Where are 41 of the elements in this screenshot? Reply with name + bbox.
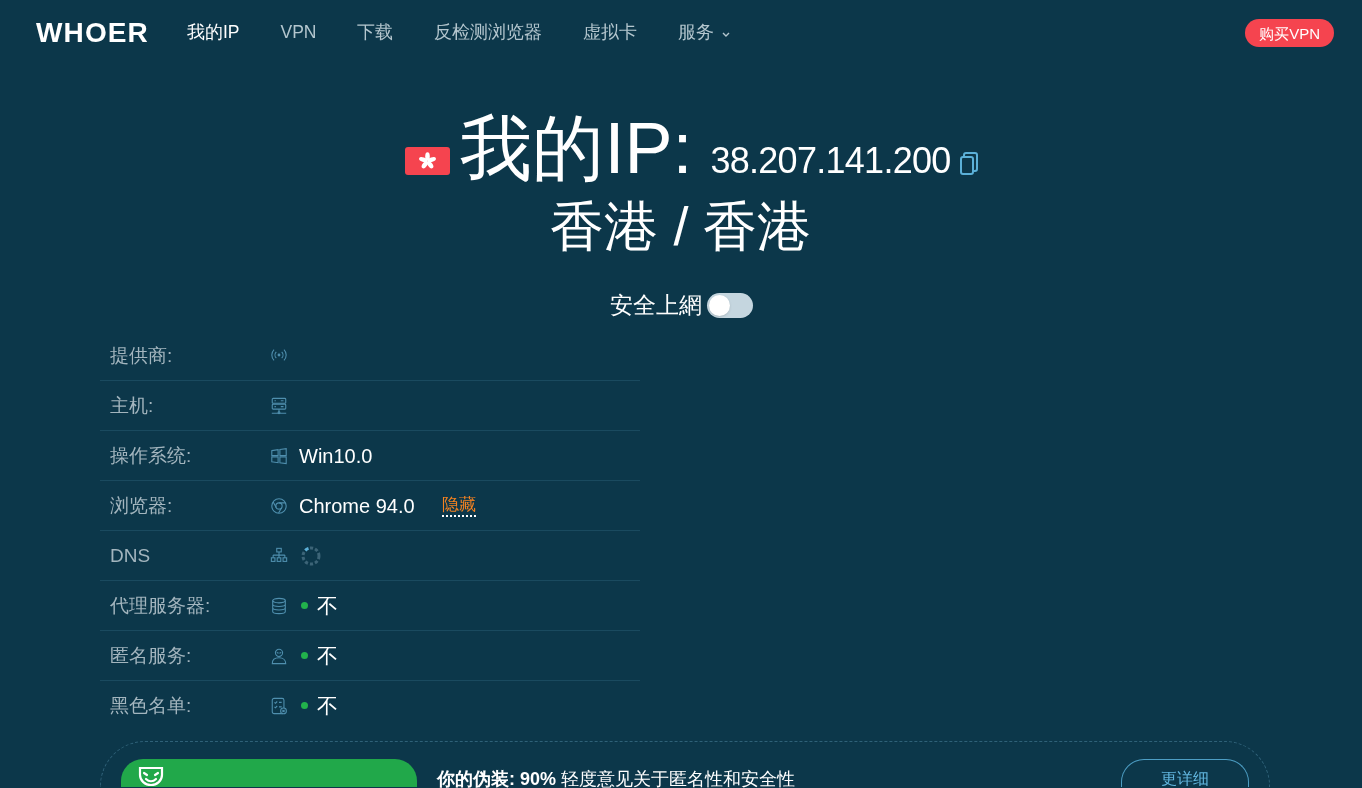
detail-label: DNS (110, 546, 152, 565)
buy-vpn-button[interactable]: 购买VPN (1245, 19, 1334, 47)
hide-link[interactable]: 隐藏 (441, 494, 476, 517)
more-details-button[interactable]: 更详细 (1121, 759, 1249, 787)
detail-label: 黑色名单: (110, 696, 193, 715)
detail-value: Chrome 94.0 (299, 495, 415, 516)
secure-browsing-label: 安全上網 (609, 294, 702, 317)
nav-link[interactable]: 下载 (357, 24, 394, 42)
detail-label: 操作系统: (110, 446, 193, 465)
disguise-summary: 你的伪装: 90% 轻度意见关于匿名性和安全性 (437, 768, 796, 788)
detail-value: 不 (317, 595, 338, 616)
server-icon (270, 396, 288, 415)
logo[interactable]: WHOER (36, 19, 149, 47)
aperture-icon (270, 496, 288, 515)
nav-link[interactable]: VPN (280, 24, 317, 42)
detail-label: 浏览器: (110, 496, 174, 515)
nav-link[interactable]: 反检测浏览器 (434, 24, 543, 42)
detail-value: 不 (317, 695, 338, 716)
detail-value: 不 (317, 645, 338, 666)
nav-link[interactable]: 服务 (678, 24, 731, 42)
person-icon (270, 646, 288, 665)
detail-label: 提供商: (110, 345, 174, 365)
windows-icon (270, 446, 288, 465)
nav-link[interactable]: 我的IP (186, 24, 240, 42)
page-title: 我的IP: (460, 112, 693, 184)
location-text: 香港 / 香港 (550, 199, 812, 253)
checklist-icon (270, 696, 288, 715)
database-icon (270, 596, 288, 615)
detail-label: 匿名服务: (110, 646, 193, 665)
flag-icon (405, 147, 451, 175)
secure-browsing-toggle[interactable] (706, 293, 753, 318)
detail-label: 代理服务器: (110, 596, 212, 615)
detail-value: Win10.0 (299, 445, 373, 466)
nav-link[interactable]: 虚拟卡 (583, 24, 638, 42)
copy-icon[interactable] (958, 152, 979, 176)
detail-label: 主机: (110, 396, 155, 415)
signal-icon (270, 346, 288, 364)
ip-address: 38.207.141.200 (710, 143, 951, 179)
hierarchy-icon (270, 546, 288, 565)
chevron-down-icon (722, 31, 731, 37)
mask-icon (138, 766, 164, 787)
